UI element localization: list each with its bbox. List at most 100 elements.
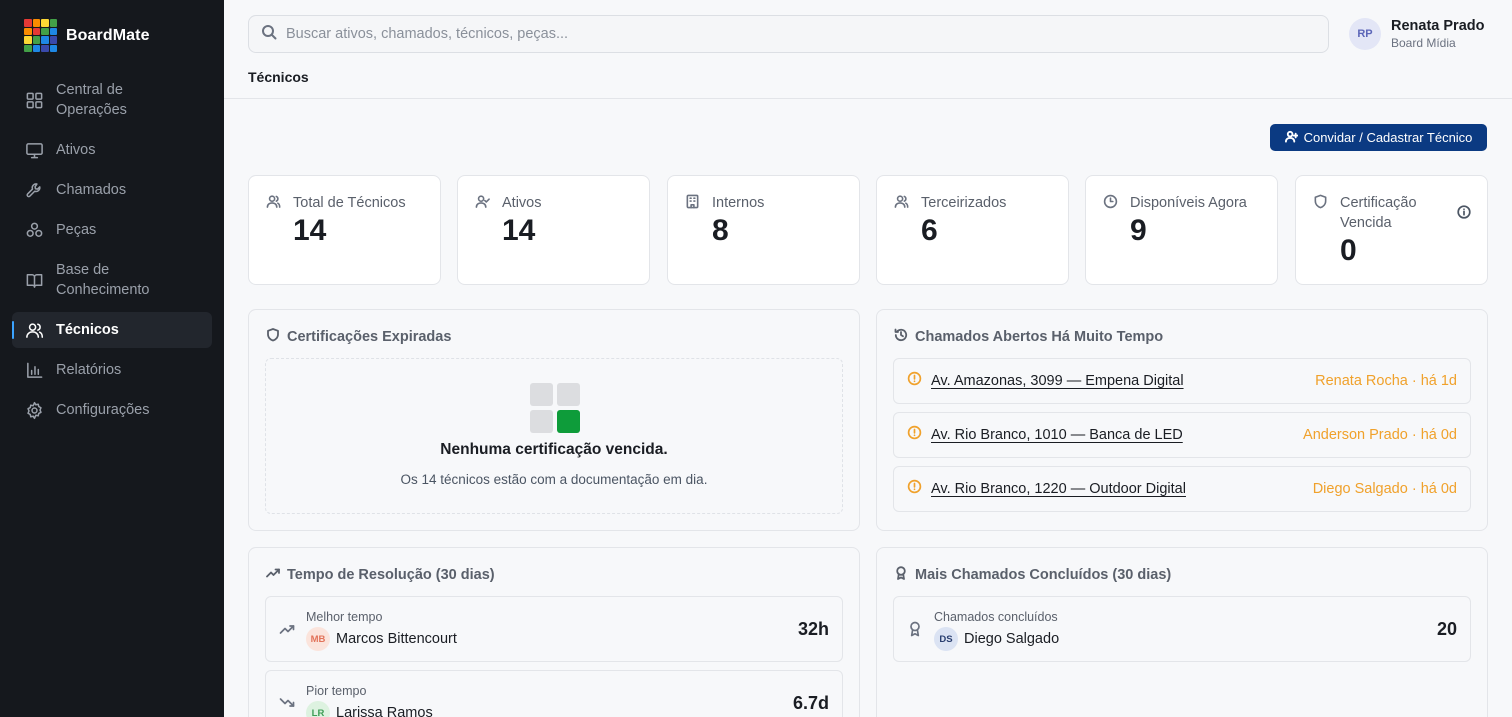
resolution-time-panel: Tempo de Resolução (30 dias) Melhor temp… (248, 547, 860, 717)
dashboard-icon (24, 90, 44, 110)
users-icon (24, 320, 44, 340)
panel-title: Certificações Expiradas (266, 328, 451, 346)
search-input[interactable] (286, 26, 1286, 42)
technician-name: Diego Salgado (964, 631, 1060, 647)
user-menu[interactable]: RP Renata Prado Board Mídia (1349, 17, 1484, 51)
brand-name: BoardMate (66, 26, 150, 44)
stat-label: Terceirizados (921, 195, 1007, 211)
user-check-icon (475, 194, 490, 209)
panel-title-text: Tempo de Resolução (30 dias) (287, 567, 495, 583)
info-icon[interactable] (1457, 205, 1471, 219)
invite-technician-button[interactable]: Convidar / Cadastrar Técnico (1270, 124, 1487, 151)
technician: DS Diego Salgado (934, 627, 1059, 651)
alert-circle-icon (907, 425, 922, 445)
alert-circle-icon (907, 479, 922, 499)
parts-icon (24, 220, 44, 240)
technician-name: Marcos Bittencourt (336, 631, 457, 647)
stat-card-active: Ativos 14 (457, 175, 650, 285)
empty-state-illustration (530, 383, 580, 433)
invite-technician-label: Convidar / Cadastrar Técnico (1303, 130, 1473, 145)
avatar: MB (306, 627, 330, 651)
top-technician-card: Chamados concluídos DS Diego Salgado 20 (893, 596, 1471, 662)
stat-value: 14 (502, 214, 536, 247)
book-icon (24, 270, 44, 290)
users-icon (266, 194, 281, 209)
sidebar-item-label: Peças (56, 222, 97, 238)
alert-circle-icon (907, 371, 922, 391)
sidebar-item-chamados[interactable]: Chamados (12, 172, 212, 208)
sidebar-item-label: Técnicos (56, 322, 119, 338)
panel-title-text: Chamados Abertos Há Muito Tempo (915, 329, 1164, 345)
user-name: Renata Prado (1391, 18, 1485, 34)
expired-certifications-panel: Certificações Expiradas Nenhuma certific… (248, 309, 860, 531)
user-plus-icon (1284, 130, 1299, 146)
avatar: LR (306, 701, 330, 717)
sidebar-item-label: Central de Operações (56, 82, 127, 118)
sidebar: BoardMate Central de Operações Ativos Ch… (0, 0, 224, 717)
sidebar-item-central-de-operacoes[interactable]: Central de Operações (12, 72, 212, 128)
sidebar-item-ativos[interactable]: Ativos (12, 132, 212, 168)
worst-time-card: Pior tempo LR Larissa Ramos 6.7d (265, 670, 843, 717)
card-value: 20 (1436, 619, 1457, 639)
ticket-address-link[interactable]: Av. Rio Branco, 1010 — Banca de LED (931, 427, 1183, 443)
ticket-row[interactable]: Av. Rio Branco, 1220 — Outdoor Digital D… (893, 466, 1471, 512)
panel-title-text: Certificações Expiradas (287, 329, 452, 345)
card-value: 6.7d (792, 693, 829, 713)
brand[interactable]: BoardMate (24, 19, 150, 52)
clock-icon (1103, 194, 1118, 209)
breadcrumb: Técnicos (248, 69, 309, 85)
user-org: Board Mídia (1391, 36, 1456, 50)
shield-icon (1313, 194, 1328, 209)
sidebar-item-label: Configurações (56, 402, 150, 418)
stat-value: 6 (921, 214, 938, 247)
stat-card-outsourced: Terceirizados 6 (876, 175, 1069, 285)
stat-label: Total de Técnicos (293, 195, 406, 211)
ticket-meta: Renata Rocha · há 1d (1315, 373, 1457, 389)
ticket-meta: Anderson Prado · há 0d (1303, 427, 1457, 443)
card-label: Melhor tempo (306, 610, 383, 624)
ticket-address-link[interactable]: Av. Rio Branco, 1220 — Outdoor Digital (931, 481, 1186, 497)
sidebar-item-label: Chamados (56, 182, 127, 198)
ticket-row[interactable]: Av. Rio Branco, 1010 — Banca de LED Ande… (893, 412, 1471, 458)
logo-icon (24, 19, 57, 52)
stat-value: 0 (1340, 234, 1357, 267)
sidebar-item-configuracoes[interactable]: Configurações (12, 392, 212, 428)
award-icon (894, 566, 908, 584)
stat-value: 9 (1130, 214, 1147, 247)
gear-icon (24, 400, 44, 420)
sidebar-item-pecas[interactable]: Peças (12, 212, 212, 248)
stat-value: 14 (293, 214, 327, 247)
avatar: DS (934, 627, 958, 651)
search-bar[interactable] (248, 15, 1329, 53)
stat-card-available: Disponíveis Agora 9 (1085, 175, 1278, 285)
stat-card-internal: Internos 8 (667, 175, 860, 285)
card-value: 32h (797, 619, 829, 639)
trending-down-icon (279, 695, 295, 711)
wrench-icon (24, 180, 44, 200)
technician: MB Marcos Bittencourt (306, 627, 457, 651)
panel-title: Chamados Abertos Há Muito Tempo (894, 328, 1163, 346)
shield-icon (266, 328, 280, 346)
empty-state-subtitle: Os 14 técnicos estão com a documentação … (400, 472, 708, 487)
card-label: Chamados concluídos (934, 610, 1058, 624)
sidebar-item-base-de-conhecimento[interactable]: Base de Conhecimento (12, 252, 212, 308)
trending-up-icon (279, 621, 295, 637)
ticket-row[interactable]: Av. Amazonas, 3099 — Empena Digital Rena… (893, 358, 1471, 404)
sidebar-item-tecnicos[interactable]: Técnicos (12, 312, 212, 348)
bar-chart-icon (24, 360, 44, 380)
long-open-tickets-panel: Chamados Abertos Há Muito Tempo Av. Amaz… (876, 309, 1488, 531)
most-completed-panel: Mais Chamados Concluídos (30 dias) Chama… (876, 547, 1488, 717)
monitor-icon (24, 140, 44, 160)
sidebar-item-label: Relatórios (56, 362, 122, 378)
users-icon (894, 194, 909, 209)
sidebar-item-relatorios[interactable]: Relatórios (12, 352, 212, 388)
award-icon (907, 621, 923, 637)
card-label: Pior tempo (306, 684, 367, 698)
avatar: RP (1349, 18, 1381, 50)
best-time-card: Melhor tempo MB Marcos Bittencourt 32h (265, 596, 843, 662)
sidebar-item-label: Ativos (56, 142, 96, 158)
stat-value: 8 (712, 214, 729, 247)
empty-state-title: Nenhuma certificação vencida. (440, 441, 668, 458)
ticket-address-link[interactable]: Av. Amazonas, 3099 — Empena Digital (931, 373, 1184, 389)
panel-title: Tempo de Resolução (30 dias) (266, 566, 495, 584)
